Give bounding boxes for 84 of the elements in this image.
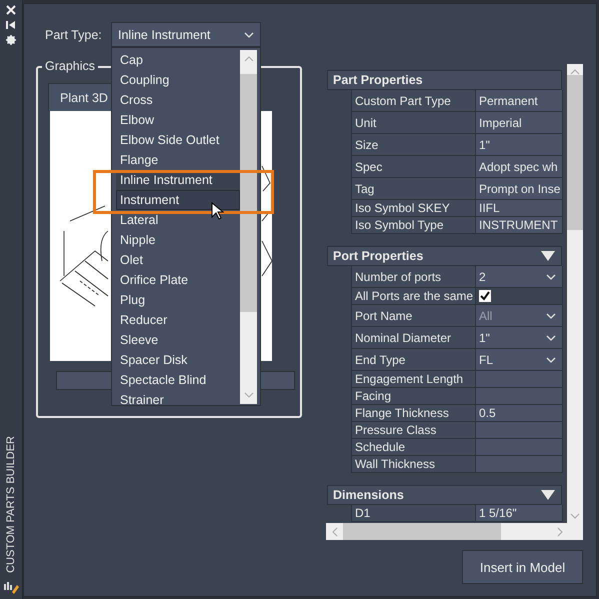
property-value[interactable]: Adopt spec wh [476,156,563,178]
scroll-right-icon[interactable] [557,527,563,537]
dropdown-option[interactable]: Sleeve [116,330,240,350]
dropdown-option[interactable]: Strainer [116,390,240,405]
dropdown-option[interactable]: Reducer [116,310,240,330]
chevron-icon [244,32,254,39]
property-value[interactable]: 1" [476,134,563,156]
dropdown-option[interactable]: Orifice Plate [116,270,240,290]
property-label: Flange Thickness [352,405,476,422]
dropdown-option[interactable]: Nipple [116,230,240,250]
dropdown-option[interactable]: Spacer Disk [116,350,240,370]
dropdown-option[interactable]: Instrument [116,190,240,210]
pin-icon[interactable] [6,20,16,30]
chevron-icon [546,357,556,364]
scroll-up-icon[interactable] [570,69,580,75]
property-value[interactable]: 1 5/16" [476,505,563,522]
property-value[interactable] [476,439,563,456]
property-label: Size [352,134,476,156]
checkbox[interactable] [479,290,491,302]
property-label: Engagement Length [352,371,476,388]
property-value[interactable]: INSTRUMENT [476,217,563,234]
cursor-icon [211,202,224,220]
property-label: Custom Part Type [352,90,476,112]
chevron-icon [546,313,556,320]
property-value[interactable] [476,388,563,405]
horizontal-scrollbar[interactable] [326,523,583,540]
vertical-scrollbar[interactable] [567,64,583,523]
property-dropdown[interactable]: 1" [476,327,563,349]
property-label: Unit [352,112,476,134]
pencil-icon[interactable] [3,579,19,595]
property-label: Iso Symbol Type [352,217,476,234]
dropdown-option[interactable]: Spectacle Blind [116,370,240,390]
dropdown-option[interactable]: Olet [116,250,240,270]
property-label: Number of ports [352,266,476,288]
collapse-icon[interactable] [541,490,555,500]
property-label: Facing [352,388,476,405]
property-label: Port Name [352,305,476,327]
scrollbar-thumb[interactable] [240,74,257,312]
dropdown-option[interactable]: Plug [116,290,240,310]
dropdown-option[interactable]: Elbow Side Outlet [116,130,240,150]
property-label: Spec [352,156,476,178]
property-value[interactable]: 0.5 [476,405,563,422]
scrollbar-thumb[interactable] [567,75,583,230]
property-value[interactable]: IIFL [476,200,563,217]
dropdown-option[interactable]: Cap [116,50,240,70]
field-label: Part Type: [45,28,103,42]
close-icon[interactable] [6,5,16,15]
property-label: All Ports are the same [352,288,476,305]
scrollbar[interactable] [240,50,257,404]
property-label: Iso Symbol SKEY [352,200,476,217]
property-label: Tag [352,178,476,200]
settings-icon[interactable] [6,35,16,45]
scroll-left-icon[interactable] [332,527,338,537]
chevron-icon [546,274,556,281]
property-label: Schedule [352,439,476,456]
section-header: Part Properties [333,72,423,89]
group-title: Graphics [42,59,98,73]
dropdown-option[interactable]: Flange [116,150,240,170]
property-dropdown[interactable]: 2 [476,266,563,288]
property-value[interactable] [476,456,563,473]
insert-button[interactable]: Insert in Model [462,550,583,584]
property-label: Wall Thickness [352,456,476,473]
property-value[interactable] [476,422,563,439]
scroll-down-icon[interactable] [570,513,580,519]
section-header: Dimensions [333,486,404,504]
property-label: End Type [352,349,476,371]
property-label: Nominal Diameter [352,327,476,349]
property-value[interactable]: Prompt on Inse [476,178,563,200]
scroll-down-icon[interactable] [244,392,254,398]
dropdown-option[interactable]: Lateral [116,210,240,230]
dropdown-option[interactable]: Elbow [116,110,240,130]
collapse-icon[interactable] [541,251,555,261]
property-dropdown[interactable]: FL [476,349,563,371]
panel-title: CUSTOM PARTS BUILDER [5,436,17,573]
scrollbar-thumb[interactable] [343,523,501,540]
property-value[interactable]: Imperial [476,112,563,134]
property-label: D1 [352,505,476,522]
property-value[interactable] [476,371,563,388]
part-type-dropdown[interactable]: Inline Instrument [111,22,261,47]
property-label: Pressure Class [352,422,476,439]
section-header: Port Properties [333,248,424,265]
property-value[interactable]: Permanent [476,90,563,112]
chevron-icon [546,335,556,342]
scroll-up-icon[interactable] [244,56,254,62]
